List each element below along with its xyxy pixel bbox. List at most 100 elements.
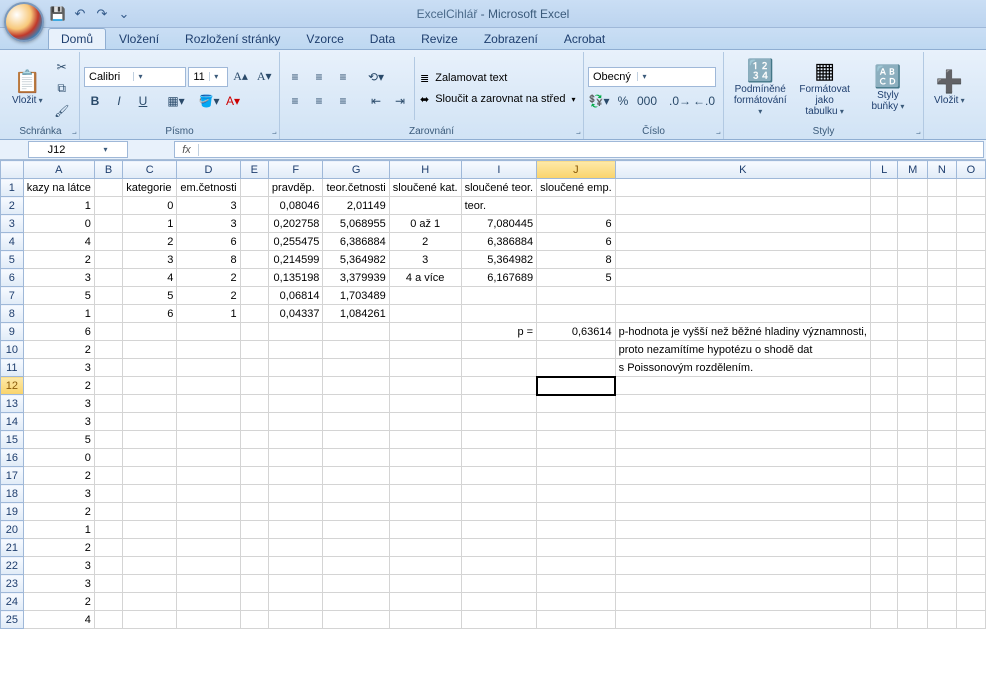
cell-K13[interactable] <box>615 395 870 413</box>
cell-E14[interactable] <box>240 413 268 431</box>
tab-acrobat[interactable]: Acrobat <box>551 28 618 49</box>
cell-L20[interactable] <box>870 521 898 539</box>
cell-M2[interactable] <box>898 197 928 215</box>
cell-F15[interactable] <box>268 431 323 449</box>
cell-N5[interactable] <box>928 251 957 269</box>
row-header-9[interactable]: 9 <box>1 323 24 341</box>
cell-E25[interactable] <box>240 611 268 629</box>
cell-J8[interactable] <box>537 305 616 323</box>
cell-G12[interactable] <box>323 377 389 395</box>
worksheet-area[interactable]: ABCDEFGHIJKLMNO 1kazy na látcekategoriee… <box>0 160 986 690</box>
column-header-E[interactable]: E <box>240 161 268 179</box>
cell-G11[interactable] <box>323 359 389 377</box>
cell-G14[interactable] <box>323 413 389 431</box>
cell-H21[interactable] <box>389 539 461 557</box>
cell-K2[interactable] <box>615 197 870 215</box>
cell-J1[interactable]: sloučené emp. <box>537 179 616 197</box>
cell-O15[interactable] <box>956 431 985 449</box>
cell-L13[interactable] <box>870 395 898 413</box>
cell-O8[interactable] <box>956 305 985 323</box>
cell-A16[interactable]: 0 <box>23 449 94 467</box>
cell-L19[interactable] <box>870 503 898 521</box>
cell-C18[interactable] <box>123 485 177 503</box>
cell-J9[interactable]: 0,63614 <box>537 323 616 341</box>
spreadsheet-grid[interactable]: ABCDEFGHIJKLMNO 1kazy na látcekategoriee… <box>0 160 986 629</box>
cell-A23[interactable]: 3 <box>23 575 94 593</box>
cell-I18[interactable] <box>461 485 537 503</box>
cell-I16[interactable] <box>461 449 537 467</box>
cell-D24[interactable] <box>177 593 240 611</box>
office-button[interactable] <box>4 2 44 42</box>
increase-decimal-icon[interactable]: .0→ <box>669 91 691 111</box>
cell-F12[interactable] <box>268 377 323 395</box>
cell-H4[interactable]: 2 <box>389 233 461 251</box>
cell-O5[interactable] <box>956 251 985 269</box>
cell-N18[interactable] <box>928 485 957 503</box>
cell-H13[interactable] <box>389 395 461 413</box>
cell-E20[interactable] <box>240 521 268 539</box>
column-header-D[interactable]: D <box>177 161 240 179</box>
cell-I17[interactable] <box>461 467 537 485</box>
cell-M24[interactable] <box>898 593 928 611</box>
cell-C25[interactable] <box>123 611 177 629</box>
cell-D5[interactable]: 8 <box>177 251 240 269</box>
cell-L11[interactable] <box>870 359 898 377</box>
cell-F22[interactable] <box>268 557 323 575</box>
row-header-19[interactable]: 19 <box>1 503 24 521</box>
comma-icon[interactable]: 000 <box>636 91 658 111</box>
cell-I1[interactable]: sloučené teor. <box>461 179 537 197</box>
cell-N23[interactable] <box>928 575 957 593</box>
cell-M5[interactable] <box>898 251 928 269</box>
cell-N22[interactable] <box>928 557 957 575</box>
cell-L4[interactable] <box>870 233 898 251</box>
column-header-J[interactable]: J <box>537 161 616 179</box>
cell-C24[interactable] <box>123 593 177 611</box>
cell-M21[interactable] <box>898 539 928 557</box>
cell-J21[interactable] <box>537 539 616 557</box>
cell-N17[interactable] <box>928 467 957 485</box>
cell-B20[interactable] <box>94 521 122 539</box>
row-header-5[interactable]: 5 <box>1 251 24 269</box>
cell-N15[interactable] <box>928 431 957 449</box>
column-header-G[interactable]: G <box>323 161 389 179</box>
row-header-20[interactable]: 20 <box>1 521 24 539</box>
cell-H23[interactable] <box>389 575 461 593</box>
cell-A11[interactable]: 3 <box>23 359 94 377</box>
format-painter-icon[interactable]: 🖌 <box>51 101 73 121</box>
cell-F17[interactable] <box>268 467 323 485</box>
cell-K24[interactable] <box>615 593 870 611</box>
cell-C23[interactable] <box>123 575 177 593</box>
cell-J13[interactable] <box>537 395 616 413</box>
cell-I21[interactable] <box>461 539 537 557</box>
cell-M6[interactable] <box>898 269 928 287</box>
cell-B25[interactable] <box>94 611 122 629</box>
row-header-15[interactable]: 15 <box>1 431 24 449</box>
cell-M22[interactable] <box>898 557 928 575</box>
formula-bar[interactable]: fx <box>174 141 984 158</box>
cell-J19[interactable] <box>537 503 616 521</box>
cell-L8[interactable] <box>870 305 898 323</box>
font-size-combo[interactable]: 11▾ <box>188 67 227 87</box>
cell-J7[interactable] <box>537 287 616 305</box>
cell-E21[interactable] <box>240 539 268 557</box>
cell-J11[interactable] <box>537 359 616 377</box>
cell-B12[interactable] <box>94 377 122 395</box>
cell-O20[interactable] <box>956 521 985 539</box>
cell-G8[interactable]: 1,084261 <box>323 305 389 323</box>
cell-I25[interactable] <box>461 611 537 629</box>
cell-G16[interactable] <box>323 449 389 467</box>
row-header-13[interactable]: 13 <box>1 395 24 413</box>
cell-B11[interactable] <box>94 359 122 377</box>
cell-D6[interactable]: 2 <box>177 269 240 287</box>
cell-H11[interactable] <box>389 359 461 377</box>
cell-F11[interactable] <box>268 359 323 377</box>
cell-O24[interactable] <box>956 593 985 611</box>
cell-B13[interactable] <box>94 395 122 413</box>
cell-C13[interactable] <box>123 395 177 413</box>
cell-L24[interactable] <box>870 593 898 611</box>
cell-I20[interactable] <box>461 521 537 539</box>
cell-F25[interactable] <box>268 611 323 629</box>
qat-redo-icon[interactable]: ↷ <box>94 6 110 22</box>
cell-F9[interactable] <box>268 323 323 341</box>
align-center-icon[interactable]: ≡ <box>308 91 330 111</box>
